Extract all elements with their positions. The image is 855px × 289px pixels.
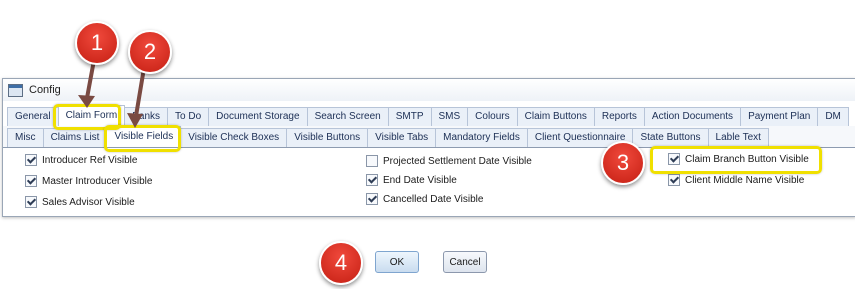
window-title: Config xyxy=(29,84,61,96)
tab-search-screen[interactable]: Search Screen xyxy=(306,107,389,126)
tab-to-do[interactable]: To Do xyxy=(167,107,210,126)
callout-1: 1 xyxy=(75,21,119,65)
checkbox-label: End Date Visible xyxy=(383,174,457,186)
tab-row-primary: General Claim Form Banks To Do Document … xyxy=(3,105,855,126)
checkbox-label: Projected Settlement Date Visible xyxy=(383,155,532,167)
ok-button[interactable]: OK xyxy=(375,251,419,273)
callout-4: 4 xyxy=(319,241,363,285)
checkbox-box[interactable] xyxy=(25,154,37,166)
checkbox-box[interactable] xyxy=(25,175,37,187)
tab-banks[interactable]: Banks xyxy=(124,107,169,126)
checkbox-box[interactable] xyxy=(366,174,378,186)
highlight-visible-fields-tab xyxy=(104,125,181,152)
checkbox-box[interactable] xyxy=(366,155,378,167)
checkbox-box[interactable] xyxy=(668,174,680,186)
checkbox-label: Master Introducer Visible xyxy=(42,175,153,187)
checkbox-introducer-ref-visible[interactable]: Introducer Ref Visible xyxy=(25,154,137,166)
tab-payment-plan[interactable]: Payment Plan xyxy=(740,107,819,126)
checkbox-box[interactable] xyxy=(366,193,378,205)
checkbox-label: Client Middle Name Visible xyxy=(685,174,805,186)
callout-3: 3 xyxy=(601,141,645,185)
highlight-claim-branch-checkbox xyxy=(650,146,822,174)
tab-smtp[interactable]: SMTP xyxy=(387,107,432,126)
tab-visible-buttons[interactable]: Visible Buttons xyxy=(286,128,369,147)
tab-state-buttons[interactable]: State Buttons xyxy=(632,128,709,147)
checkbox-label: Introducer Ref Visible xyxy=(42,154,138,166)
tab-claims-list[interactable]: Claims List xyxy=(42,128,108,147)
tab-mandatory-fields[interactable]: Mandatory Fields xyxy=(435,128,528,147)
tab-visible-check-boxes[interactable]: Visible Check Boxes xyxy=(180,128,288,147)
tab-colours[interactable]: Colours xyxy=(467,107,518,126)
window-icon xyxy=(8,83,23,97)
checkbox-label: Sales Advisor Visible xyxy=(42,196,135,208)
checkbox-label: Cancelled Date Visible xyxy=(383,193,484,205)
checkbox-end-date-visible[interactable]: End Date Visible xyxy=(366,174,457,186)
tab-misc[interactable]: Misc xyxy=(7,128,44,147)
tab-reports[interactable]: Reports xyxy=(593,107,645,126)
title-bar: Config xyxy=(3,79,855,101)
tab-claim-buttons[interactable]: Claim Buttons xyxy=(516,107,595,126)
checkbox-sales-advisor-visible[interactable]: Sales Advisor Visible xyxy=(25,196,135,208)
checkbox-client-middle-name-visible[interactable]: Client Middle Name Visible xyxy=(668,174,804,186)
tab-sms[interactable]: SMS xyxy=(430,107,469,126)
tab-action-documents[interactable]: Action Documents xyxy=(643,107,742,126)
tab-lable-text[interactable]: Lable Text xyxy=(707,128,769,147)
tab-document-storage[interactable]: Document Storage xyxy=(208,107,308,126)
checkbox-master-introducer-visible[interactable]: Master Introducer Visible xyxy=(25,175,152,187)
tab-visible-tabs[interactable]: Visible Tabs xyxy=(367,128,437,147)
checkbox-box[interactable] xyxy=(25,196,37,208)
callout-2: 2 xyxy=(128,30,172,74)
checkbox-cancelled-date-visible[interactable]: Cancelled Date Visible xyxy=(366,193,483,205)
cancel-button[interactable]: Cancel xyxy=(443,251,487,273)
checkbox-projected-settlement-date-visible[interactable]: Projected Settlement Date Visible xyxy=(366,155,532,167)
tab-general[interactable]: General xyxy=(7,107,59,126)
tab-dm[interactable]: DM xyxy=(817,107,849,126)
